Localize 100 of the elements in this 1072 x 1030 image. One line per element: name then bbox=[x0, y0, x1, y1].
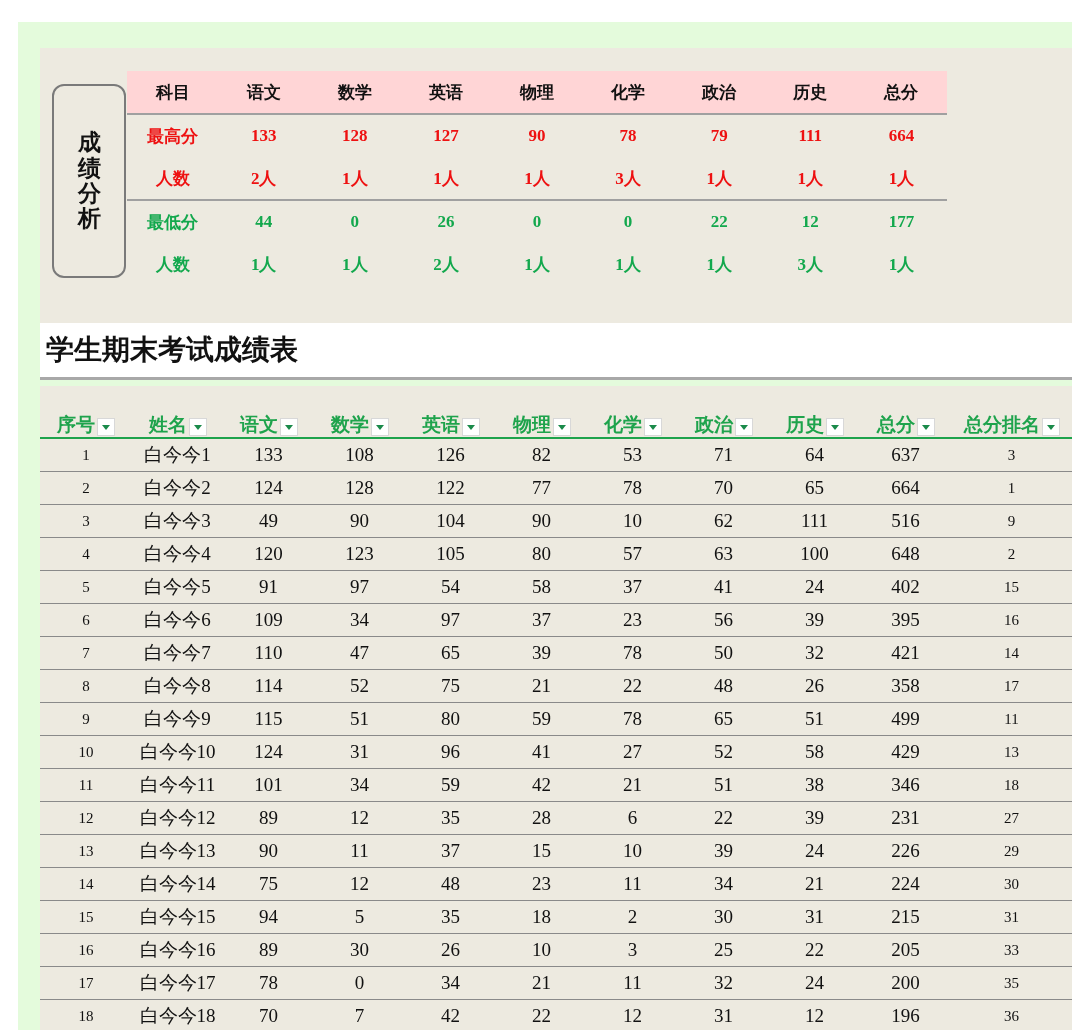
table-cell-text: 34 bbox=[713, 873, 734, 895]
column-header: 物理 bbox=[512, 413, 551, 437]
filter-button[interactable] bbox=[97, 418, 115, 436]
table-cell-text: 33 bbox=[1003, 941, 1020, 959]
caret-icon bbox=[466, 424, 475, 430]
table-cell-text: 23 bbox=[531, 873, 552, 895]
summary-cell-text: 1人 bbox=[432, 167, 460, 190]
table-cell-text: 78 bbox=[622, 708, 643, 730]
table-cell-text: 24 bbox=[804, 840, 825, 862]
table-cell-text: 205 bbox=[890, 939, 921, 961]
filter-button[interactable] bbox=[825, 418, 844, 436]
sheet-title: 学生期末考试成绩表 bbox=[46, 333, 298, 367]
table-cell-text: 56 bbox=[713, 609, 734, 631]
summary-cell-text: 1人 bbox=[796, 167, 825, 190]
summary-header: 科目 bbox=[154, 81, 191, 104]
table-cell-text: 白今今18 bbox=[138, 1004, 217, 1028]
table-cell-text: 51 bbox=[713, 774, 734, 796]
table-cell-text: 96 bbox=[440, 741, 461, 763]
table-cell-text: 70 bbox=[258, 1005, 279, 1027]
table-cell-text: 18 bbox=[531, 906, 552, 928]
summary-header: 语文 bbox=[245, 81, 282, 104]
table-cell-text: 224 bbox=[890, 873, 921, 895]
table-cell-text: 3 bbox=[81, 512, 91, 530]
summary-cell-text: 1人 bbox=[523, 253, 551, 276]
table-cell-text: 白今今6 bbox=[143, 608, 212, 632]
table-cell-text: 120 bbox=[253, 543, 284, 565]
table-cell-text: 12 bbox=[349, 807, 370, 829]
table-cell-text: 82 bbox=[531, 444, 552, 466]
summary-cell-text: 1人 bbox=[614, 253, 642, 276]
column-header: 姓名 bbox=[148, 413, 187, 437]
table-cell-text: 58 bbox=[804, 741, 825, 763]
table-cell-text: 31 bbox=[804, 906, 825, 928]
table-cell-text: 35 bbox=[1003, 974, 1020, 992]
table-cell-text: 10 bbox=[77, 743, 95, 761]
table-cell-text: 27 bbox=[622, 741, 643, 763]
summary-cell-text: 0 bbox=[622, 212, 634, 232]
table-cell-text: 7 bbox=[81, 644, 91, 662]
summary-cell-text: 1人 bbox=[705, 253, 733, 276]
table-cell-text: 31 bbox=[349, 741, 370, 763]
table-cell-text: 231 bbox=[890, 807, 921, 829]
table-cell-text: 358 bbox=[890, 675, 921, 697]
table-cell-text: 26 bbox=[804, 675, 825, 697]
table-cell-text: 2 bbox=[626, 906, 639, 928]
table-cell-text: 80 bbox=[531, 543, 552, 565]
summary-cell-text: 22 bbox=[709, 212, 729, 232]
table-cell-text: 65 bbox=[713, 708, 734, 730]
table-cell-text: 13 bbox=[1003, 743, 1020, 761]
table-cell-text: 24 bbox=[804, 576, 825, 598]
caret-icon bbox=[284, 424, 293, 430]
column-header: 英语 bbox=[421, 413, 460, 437]
table-cell-text: 17 bbox=[77, 974, 95, 992]
table-cell-text: 2 bbox=[1006, 545, 1017, 563]
table-cell-text: 31 bbox=[713, 1005, 734, 1027]
table-cell-text: 5 bbox=[353, 906, 366, 928]
table-cell-text: 白今今10 bbox=[138, 740, 217, 764]
table-cell-text: 395 bbox=[890, 609, 921, 631]
filter-button[interactable] bbox=[916, 418, 935, 436]
section-label: 成绩分析 bbox=[77, 130, 101, 232]
column-header: 总分排名 bbox=[963, 413, 1040, 437]
summary-header: 化学 bbox=[610, 81, 647, 104]
table-cell-text: 104 bbox=[435, 510, 466, 532]
summary-cell-text: 44 bbox=[254, 212, 274, 232]
table-cell-text: 123 bbox=[344, 543, 375, 565]
filter-button[interactable] bbox=[643, 418, 662, 436]
filter-button[interactable] bbox=[370, 418, 389, 436]
filter-button[interactable] bbox=[1041, 418, 1060, 436]
table-cell-text: 11 bbox=[622, 873, 643, 895]
table-cell-text: 42 bbox=[440, 1005, 461, 1027]
filter-button[interactable] bbox=[188, 418, 207, 436]
table-cell-text: 100 bbox=[799, 543, 830, 565]
table-cell-text: 346 bbox=[890, 774, 921, 796]
summary-cell-text: 1人 bbox=[249, 253, 278, 276]
table-cell-text: 22 bbox=[622, 675, 643, 697]
filter-button[interactable] bbox=[461, 418, 480, 436]
table-cell-text: 37 bbox=[622, 576, 643, 598]
column-header: 数学 bbox=[330, 413, 369, 437]
summary-cell-text: 133 bbox=[249, 126, 278, 146]
row-label: 人数 bbox=[154, 253, 191, 276]
table-cell-text: 215 bbox=[890, 906, 921, 928]
table-cell-text: 24 bbox=[804, 972, 825, 994]
table-cell-text: 13 bbox=[77, 842, 95, 860]
caret-icon bbox=[1046, 424, 1055, 430]
summary-header: 政治 bbox=[701, 81, 738, 104]
table-cell-text: 97 bbox=[440, 609, 461, 631]
summary-cell-text: 1人 bbox=[523, 167, 551, 190]
summary-header: 历史 bbox=[792, 81, 829, 104]
filter-button[interactable] bbox=[279, 418, 298, 436]
filter-button[interactable] bbox=[552, 418, 571, 436]
filter-button[interactable] bbox=[734, 418, 753, 436]
caret-icon bbox=[193, 424, 202, 430]
table-cell-text: 白今今12 bbox=[138, 806, 217, 830]
table-cell-text: 1 bbox=[81, 446, 91, 464]
caret-icon bbox=[648, 424, 657, 430]
table-cell-text: 196 bbox=[890, 1005, 921, 1027]
table-cell-text: 402 bbox=[890, 576, 921, 598]
table-cell-text: 64 bbox=[804, 444, 825, 466]
table-cell-text: 97 bbox=[349, 576, 370, 598]
table-cell-text: 65 bbox=[440, 642, 461, 664]
table-cell-text: 111 bbox=[799, 510, 830, 532]
summary-cell-text: 664 bbox=[887, 126, 916, 146]
